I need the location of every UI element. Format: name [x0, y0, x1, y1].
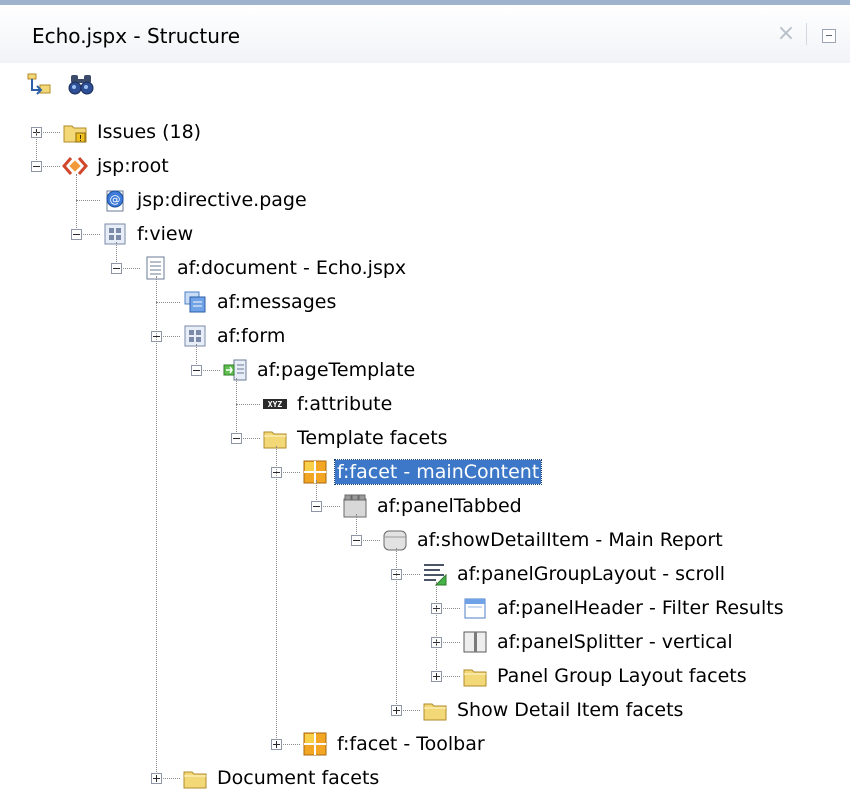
collapse-toggle[interactable]	[111, 263, 122, 274]
tree-node[interactable]: af:form	[182, 321, 287, 351]
expand-toggle[interactable]	[151, 773, 162, 784]
folder-icon	[262, 425, 288, 451]
folder-icon	[462, 663, 488, 689]
view-icon	[102, 221, 128, 247]
tree-node[interactable]: af:messages	[182, 287, 338, 317]
tree-node[interactable]: af:panelSplitter - vertical	[462, 627, 735, 657]
tree-node-label: Show Detail Item facets	[457, 699, 684, 721]
expand-toggle[interactable]	[271, 739, 282, 750]
tree-node-label: f:attribute	[297, 393, 393, 415]
facet-icon	[302, 731, 328, 757]
show-detail-item-icon	[382, 527, 408, 553]
attribute-icon: XYZ	[262, 391, 288, 417]
tree-node-label: af:messages	[217, 291, 337, 313]
tree-node[interactable]: Document facets	[182, 763, 381, 793]
tree-node-label: af:panelTabbed	[377, 495, 522, 517]
tree-branch-line	[276, 446, 277, 744]
expand-toggle[interactable]	[431, 671, 442, 682]
tree-node[interactable]: af:pageTemplate	[222, 355, 417, 385]
tree-node[interactable]: XYZ f:attribute	[262, 389, 394, 419]
tree-node[interactable]: Show Detail Item facets	[422, 695, 685, 725]
svg-text:XYZ: XYZ	[268, 400, 283, 409]
document-icon	[142, 255, 168, 281]
folder-icon	[422, 697, 448, 723]
jsp-root-icon	[62, 153, 88, 179]
issues-folder-icon: !	[62, 119, 88, 145]
tree-node[interactable]: f:facet - mainContent	[302, 457, 543, 487]
tree-node-label: f:facet - mainContent	[333, 459, 543, 485]
tree-branch-line	[76, 174, 77, 234]
tree-node-label: af:showDetailItem - Main Report	[417, 529, 723, 551]
expand-toggle[interactable]	[391, 705, 402, 716]
collapse-toggle[interactable]	[71, 229, 82, 240]
tree-node[interactable]: af:panelTabbed	[342, 491, 524, 521]
facet-icon	[302, 459, 328, 485]
form-icon	[182, 323, 208, 349]
tree-node-label: jsp:root	[97, 155, 169, 177]
directive-icon: @	[102, 187, 128, 213]
tree-connector	[156, 302, 180, 303]
svg-text:@: @	[110, 193, 121, 206]
tree-node[interactable]: af:panelGroupLayout - scroll	[422, 559, 727, 589]
tree-connector	[76, 200, 100, 201]
tree-node[interactable]: af:showDetailItem - Main Report	[382, 525, 725, 555]
collapse-toggle[interactable]	[191, 365, 202, 376]
tree-node-label: af:panelSplitter - vertical	[497, 631, 733, 653]
page-template-icon	[222, 357, 248, 383]
tree-node[interactable]: f:facet - Toolbar	[302, 729, 487, 759]
tree-node[interactable]: af:document - Echo.jspx	[142, 253, 408, 283]
tree-node[interactable]: ! Issues (18)	[62, 117, 203, 147]
collapse-toggle[interactable]	[231, 433, 242, 444]
tree-node-label: f:facet - Toolbar	[337, 733, 485, 755]
tree-node-label: Template facets	[297, 427, 448, 449]
tree-node-label: af:panelGroupLayout - scroll	[457, 563, 726, 585]
tree-node[interactable]: af:panelHeader - Filter Results	[462, 593, 786, 623]
tree-branch-line	[236, 378, 237, 438]
tree-node-label: Panel Group Layout facets	[497, 665, 747, 687]
tree-branch-line	[396, 548, 397, 710]
collapse-toggle[interactable]	[31, 161, 42, 172]
structure-panel: Echo.jspx - Structure × ! Issues (18) js…	[0, 0, 850, 795]
collapse-toggle[interactable]	[311, 501, 322, 512]
folder-icon	[182, 765, 208, 791]
svg-text:!: !	[79, 134, 82, 143]
tree-connector	[236, 404, 260, 405]
structure-tree: ! Issues (18) jsp:root @ jsp:directive.page f…	[0, 0, 850, 795]
tree-node-label: af:form	[217, 325, 286, 347]
tree-branch-line	[436, 582, 437, 676]
messages-icon	[182, 289, 208, 315]
tree-node[interactable]: Panel Group Layout facets	[462, 661, 749, 691]
tree-node-label: f:view	[137, 223, 194, 245]
panel-tabbed-icon	[342, 493, 368, 519]
tree-node[interactable]: jsp:root	[62, 151, 171, 181]
tree-node-label: Issues (18)	[97, 121, 202, 143]
panel-splitter-icon	[462, 629, 488, 655]
tree-node-label: af:panelHeader - Filter Results	[497, 597, 784, 619]
tree-node-label: jsp:directive.page	[137, 189, 307, 211]
tree-node[interactable]: @ jsp:directive.page	[102, 185, 309, 215]
tree-node[interactable]: Template facets	[262, 423, 450, 453]
tree-node-label: af:pageTemplate	[257, 359, 416, 381]
tree-branch-line	[156, 276, 157, 778]
panel-group-layout-icon	[422, 561, 448, 587]
tree-node-label: af:document - Echo.jspx	[177, 257, 407, 279]
tree-node-label: Document facets	[217, 767, 380, 789]
panel-header-icon	[462, 595, 488, 621]
collapse-toggle[interactable]	[351, 535, 362, 546]
